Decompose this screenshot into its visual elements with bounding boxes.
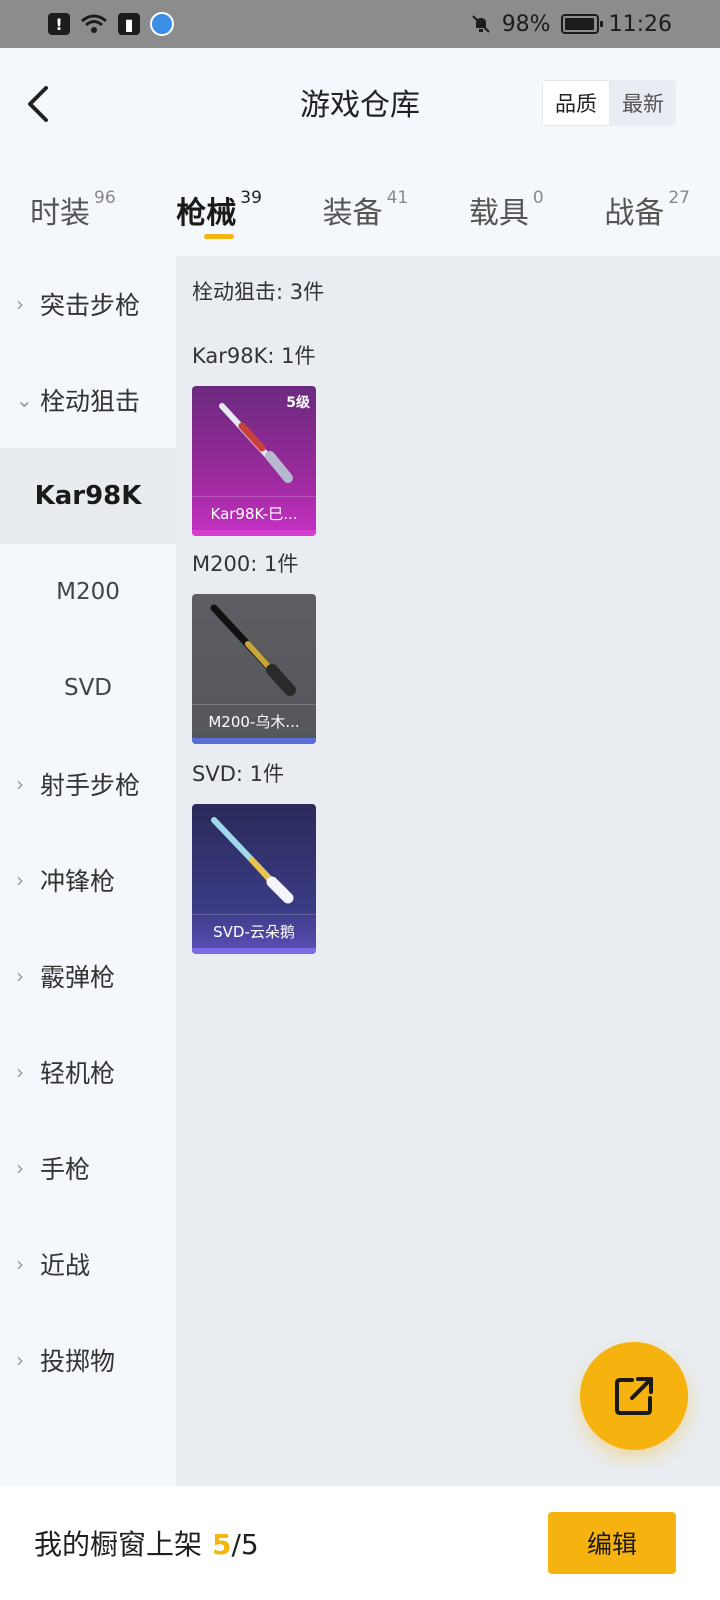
tab-label: 载具 bbox=[468, 196, 529, 231]
group-title: 栓动狙击: 3件 bbox=[192, 280, 325, 304]
status-bar: ! ▮ 98% 11:26 bbox=[0, 0, 720, 48]
sidebar-item-marksman-rifle[interactable]: › 射手步枪 bbox=[0, 736, 176, 832]
card-name: Kar98K-巳... bbox=[192, 496, 316, 530]
item-card-svd[interactable]: SVD-云朵鹅 bbox=[192, 804, 316, 954]
edit-button[interactable]: 编辑 bbox=[548, 1512, 676, 1574]
section-title: M200: 1件 bbox=[192, 552, 299, 576]
tab-count: 39 bbox=[240, 188, 262, 208]
tab-count: 27 bbox=[668, 188, 690, 208]
sidebar-item-label: 投掷物 bbox=[40, 1347, 116, 1376]
section-title: Kar98K: 1件 bbox=[192, 344, 316, 368]
showcase-status: 我的橱窗上架 5/5 bbox=[34, 1523, 259, 1563]
tab-label: 枪械 bbox=[176, 196, 237, 231]
chevron-right-icon: › bbox=[16, 1156, 24, 1180]
share-fab-button[interactable] bbox=[580, 1342, 688, 1450]
tab-tactical[interactable]: 战备 27 bbox=[604, 170, 690, 250]
sidebar-item-label: 射手步枪 bbox=[40, 771, 141, 800]
sidebar-item-label: 手枪 bbox=[40, 1155, 91, 1184]
sidebar-item-label: 栓动狙击 bbox=[40, 387, 141, 416]
showcase-count: 5 bbox=[212, 1528, 232, 1561]
header: 游戏仓库 品质 最新 bbox=[0, 48, 720, 156]
battery-percent: 98% bbox=[501, 11, 551, 37]
tab-vehicles[interactable]: 载具 0 bbox=[469, 170, 544, 250]
weapon-category-sidebar: › 突击步枪 ⌄ 栓动狙击 Kar98K M200 SVD › 射手步枪 › 冲… bbox=[0, 256, 176, 1486]
tab-label: 装备 bbox=[322, 196, 383, 231]
tab-count: 41 bbox=[386, 188, 409, 208]
tab-equipment[interactable]: 装备 41 bbox=[323, 170, 409, 250]
section-title: SVD: 1件 bbox=[192, 762, 284, 786]
sidebar-item-label: 冲锋枪 bbox=[40, 867, 116, 896]
browser-icon bbox=[150, 12, 174, 36]
sidebar-item-label: 霰弹枪 bbox=[40, 963, 116, 992]
tab-label: 战备 bbox=[604, 196, 665, 231]
sidebar-item-label: 近战 bbox=[40, 1251, 91, 1280]
card-name: M200-乌木... bbox=[192, 704, 316, 738]
tab-label: 时装 bbox=[30, 196, 90, 231]
sort-option-quality[interactable]: 品质 bbox=[542, 80, 610, 126]
showcase-total: /5 bbox=[231, 1528, 259, 1561]
back-arrow-icon[interactable] bbox=[22, 84, 58, 124]
sidebar-subitem-m200[interactable]: M200 bbox=[0, 544, 176, 640]
sidebar-item-label: 轻机枪 bbox=[40, 1059, 116, 1088]
sidebar-item-bolt-sniper[interactable]: ⌄ 栓动狙击 bbox=[0, 352, 176, 448]
card-name: SVD-云朵鹅 bbox=[192, 914, 316, 948]
sidebar-item-melee[interactable]: › 近战 bbox=[0, 1216, 176, 1312]
sidebar-subitem-kar98k[interactable]: Kar98K bbox=[0, 448, 176, 544]
sidebar-item-shotgun[interactable]: › 霰弹枪 bbox=[0, 928, 176, 1024]
wifi-icon bbox=[81, 14, 107, 33]
category-tabs: 时装 96 枪械 39 装备 41 载具 0 战备 27 bbox=[0, 170, 720, 250]
battery-icon bbox=[560, 14, 603, 34]
tab-count: 96 bbox=[94, 188, 116, 208]
sidebar-item-assault-rifle[interactable]: › 突击步枪 bbox=[0, 256, 176, 352]
chevron-right-icon: › bbox=[16, 1348, 24, 1372]
alert-icon: ! bbox=[48, 13, 70, 35]
chevron-right-icon: › bbox=[16, 868, 24, 892]
item-card-kar98k[interactable]: 5级 Kar98K-巳... bbox=[192, 386, 316, 536]
chevron-right-icon: › bbox=[16, 1252, 24, 1276]
sidebar-item-pistol[interactable]: › 手枪 bbox=[0, 1120, 176, 1216]
tab-active-indicator bbox=[204, 234, 235, 239]
chevron-right-icon: › bbox=[16, 772, 24, 796]
sidebar-item-smg[interactable]: › 冲锋枪 bbox=[0, 832, 176, 928]
rifle-icon bbox=[211, 817, 294, 904]
page-title: 游戏仓库 bbox=[300, 88, 420, 123]
chevron-right-icon: › bbox=[16, 292, 24, 316]
showcase-bar: 我的橱窗上架 5/5 编辑 bbox=[0, 1486, 720, 1600]
chevron-down-icon: ⌄ bbox=[16, 388, 33, 412]
muted-bell-icon bbox=[471, 15, 490, 33]
sidebar-subitem-svd[interactable]: SVD bbox=[0, 640, 176, 736]
chevron-right-icon: › bbox=[16, 1060, 24, 1084]
sidebar-item-lmg[interactable]: › 轻机枪 bbox=[0, 1024, 176, 1120]
item-content-panel: 栓动狙击: 3件 Kar98K: 1件 5级 Kar98K-巳... M200:… bbox=[176, 256, 720, 1486]
sort-option-latest[interactable]: 最新 bbox=[610, 80, 676, 126]
card-level-badge: 5级 bbox=[286, 395, 310, 411]
rifle-icon bbox=[210, 604, 296, 696]
tab-firearms[interactable]: 枪械 39 bbox=[176, 170, 262, 250]
item-card-m200[interactable]: M200-乌木... bbox=[192, 594, 316, 744]
clock: 11:26 bbox=[608, 11, 672, 37]
showcase-label: 我的橱窗上架 bbox=[34, 1528, 203, 1561]
rarity-bar bbox=[192, 738, 316, 744]
sort-toggle[interactable]: 品质 最新 bbox=[542, 80, 676, 126]
tab-fashion[interactable]: 时装 96 bbox=[30, 170, 116, 250]
bag-icon: ▮ bbox=[118, 13, 140, 35]
tab-count: 0 bbox=[532, 188, 544, 208]
rarity-bar bbox=[192, 530, 316, 536]
sidebar-item-label: 突击步枪 bbox=[40, 291, 141, 320]
share-out-icon bbox=[615, 1377, 653, 1415]
chevron-right-icon: › bbox=[16, 964, 24, 988]
rarity-bar bbox=[192, 948, 316, 954]
sidebar-item-throwables[interactable]: › 投掷物 bbox=[0, 1312, 176, 1408]
